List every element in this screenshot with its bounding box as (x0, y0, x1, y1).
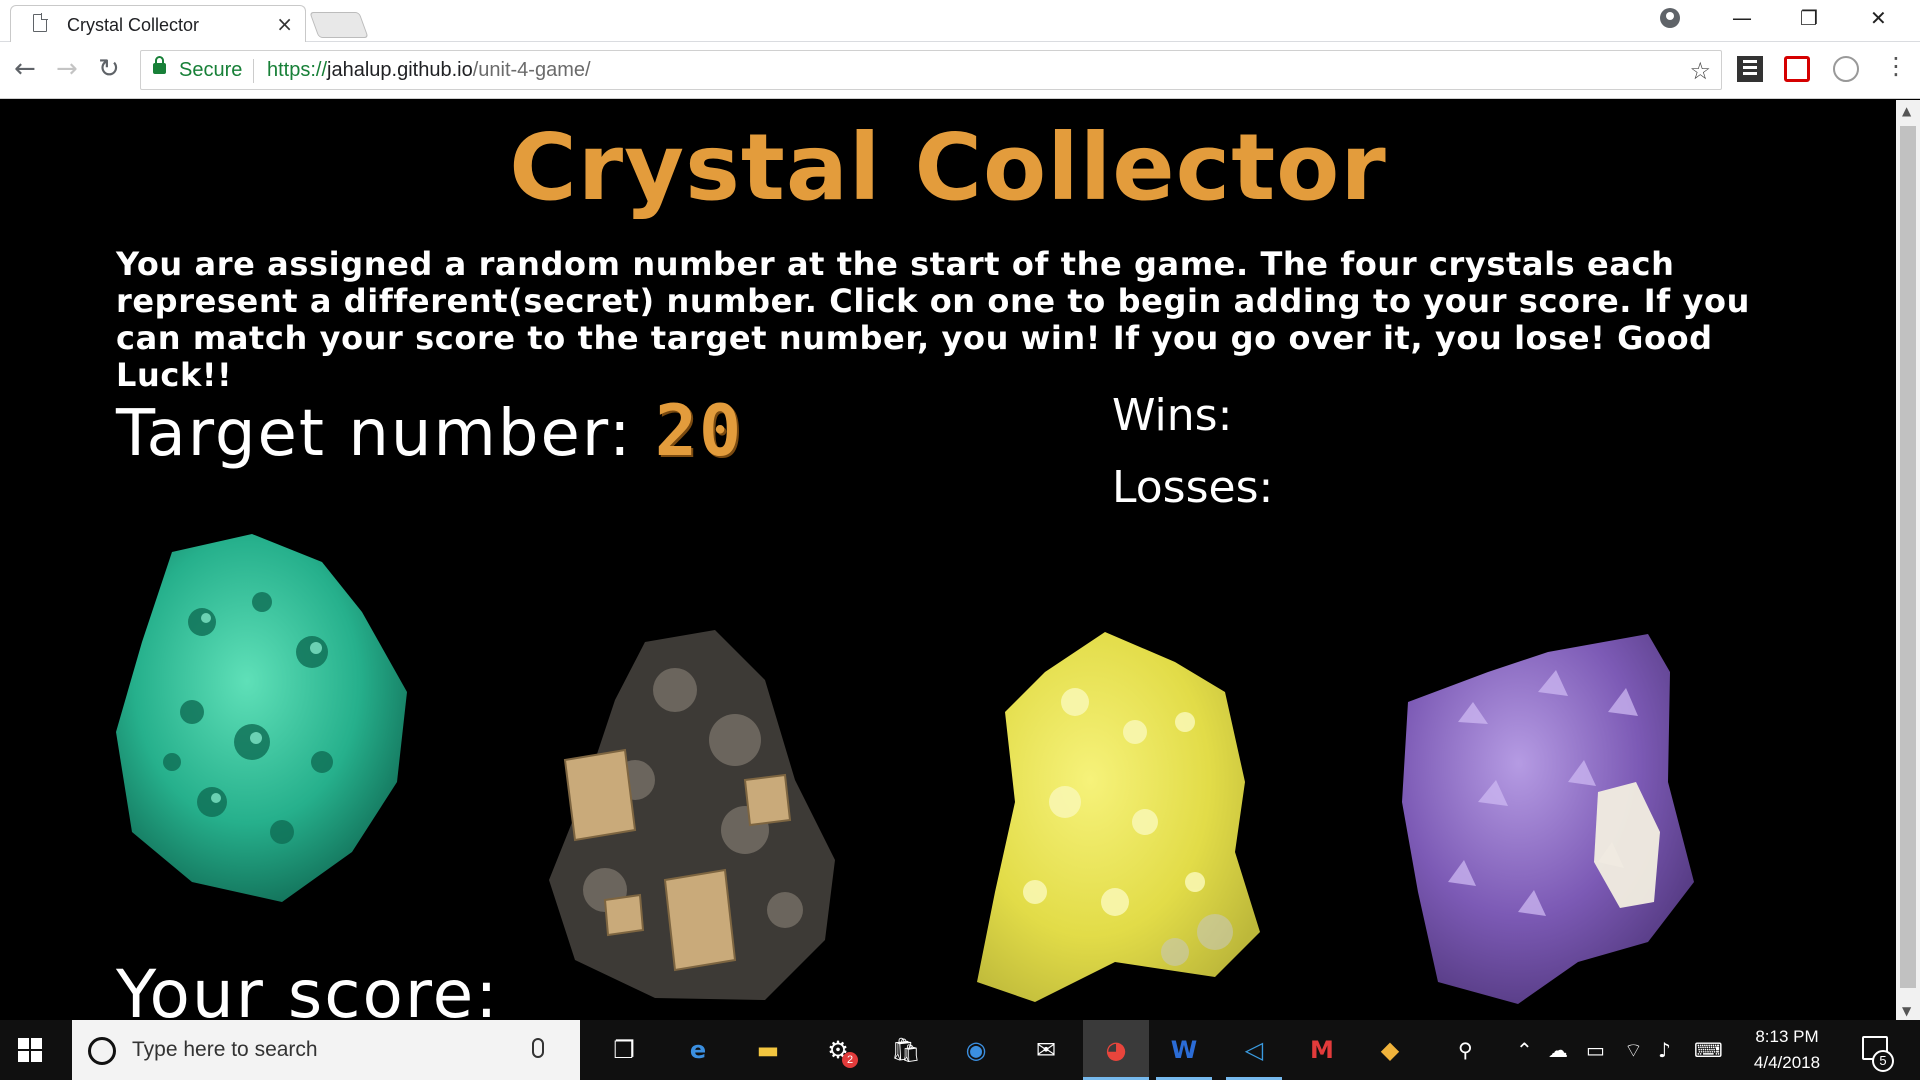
crystal-sulfur-button[interactable] (975, 632, 1260, 1002)
minimize-icon[interactable]: — (1732, 6, 1752, 30)
address-bar[interactable]: Secure https://jahalup.github.io/unit-4-… (140, 50, 1722, 90)
edge-icon[interactable]: e (680, 1032, 716, 1068)
clock-time[interactable]: 8:13 PM (1742, 1027, 1832, 1047)
volume-icon[interactable]: ♪ (1658, 1038, 1671, 1062)
page-icon (33, 13, 48, 32)
browser-tab[interactable]: Crystal Collector × (10, 5, 306, 42)
lock-icon (153, 56, 166, 74)
profile-icon[interactable] (1660, 8, 1680, 28)
pyrite-crystal-image (549, 630, 835, 1000)
game-badge: 2 (842, 1052, 858, 1068)
windows-start-icon[interactable] (18, 1038, 42, 1062)
wifi-icon[interactable]: ⌔ (1624, 1038, 1643, 1063)
url-divider (253, 59, 254, 83)
show-hidden-icons[interactable]: ⌃ (1516, 1038, 1533, 1062)
notification-count: 5 (1872, 1050, 1894, 1072)
bookmark-star-icon[interactable]: ☆ (1689, 57, 1711, 85)
word-icon[interactable]: W (1166, 1032, 1202, 1068)
page-content: Crystal Collector You are assigned a ran… (0, 100, 1896, 1020)
tab-strip: Crystal Collector × — ❐ ✕ (0, 0, 1920, 42)
search-placeholder: Type here to search (132, 1038, 318, 1061)
instructions: You are assigned a random number at the … (116, 245, 1750, 394)
target-number-row: Target number: 20 (116, 390, 743, 472)
store-icon[interactable]: 🛍 (888, 1032, 924, 1068)
crystal-amethyst-button[interactable] (1398, 632, 1694, 1004)
app-icon[interactable]: ◉ (958, 1032, 994, 1068)
clock-date[interactable]: 4/4/2018 (1742, 1053, 1832, 1073)
target-label: Target number: (116, 397, 655, 471)
losses-label: Losses: (1112, 462, 1274, 513)
mail-icon[interactable]: ✉ (1028, 1032, 1064, 1068)
back-icon[interactable]: ← (14, 54, 36, 84)
restore-icon[interactable]: ❐ (1800, 6, 1818, 30)
secure-label: Secure (179, 59, 243, 81)
keyboard-icon[interactable]: ⌨ (1694, 1038, 1723, 1062)
gmail-icon[interactable]: M (1304, 1032, 1340, 1068)
extension-film-icon[interactable] (1737, 56, 1763, 82)
close-window-icon[interactable]: ✕ (1870, 6, 1887, 30)
extension-pocket-icon[interactable] (1784, 56, 1810, 82)
chrome-icon[interactable]: ◕ (1098, 1032, 1134, 1068)
cortana-icon[interactable] (88, 1037, 116, 1065)
crystal-malachite-button[interactable] (112, 532, 412, 908)
battery-icon[interactable]: ▭ (1586, 1038, 1605, 1062)
page-scrollbar[interactable]: ▲ ▼ (1896, 100, 1920, 1020)
amethyst-crystal-image (1402, 634, 1694, 1004)
extension-circle-icon[interactable] (1833, 56, 1859, 82)
url-host: jahalup.github.io (327, 59, 473, 81)
tab-title: Crystal Collector (67, 15, 200, 35)
url-text[interactable]: https://jahalup.github.io/unit-4-game/ (267, 59, 591, 82)
forward-icon[interactable]: → (56, 54, 78, 84)
close-tab-icon[interactable]: × (276, 12, 293, 36)
file-explorer-icon[interactable]: ▬ (750, 1032, 786, 1068)
taskbar-search-box[interactable]: Type here to search (72, 1020, 580, 1080)
taskbar: Type here to search ❐ e ▬ ⚙ 2 🛍 ◉ ✉ ◕ W … (0, 1020, 1920, 1080)
browser-menu-icon[interactable]: ⋮ (1884, 52, 1908, 80)
new-tab-button[interactable] (309, 12, 369, 38)
scroll-thumb[interactable] (1900, 126, 1916, 988)
sulfur-crystal-image (977, 632, 1260, 1002)
onedrive-icon[interactable]: ☁ (1548, 1038, 1568, 1062)
git-icon[interactable]: ◆ (1372, 1032, 1408, 1068)
url-scheme: https:// (267, 59, 328, 81)
crystal-pyrite-button[interactable] (545, 630, 845, 1008)
microphone-icon[interactable] (532, 1038, 544, 1058)
game-title: Crystal Collector (509, 114, 1387, 221)
vscode-icon[interactable]: ◁ (1236, 1032, 1272, 1068)
target-value: 20 (654, 390, 744, 472)
malachite-crystal-image (116, 534, 407, 902)
scroll-up-icon[interactable]: ▲ (1902, 104, 1911, 118)
url-path: /unit-4-game/ (472, 59, 591, 81)
task-view-icon[interactable]: ❐ (606, 1032, 642, 1068)
wins-label: Wins: (1112, 390, 1233, 441)
reload-icon[interactable]: ↻ (98, 54, 120, 84)
browser-toolbar: ← → ↻ Secure https://jahalup.github.io/u… (0, 42, 1920, 99)
people-icon[interactable]: ⚲ (1458, 1038, 1473, 1062)
score-label: Your score: (116, 956, 500, 1020)
scroll-down-icon[interactable]: ▼ (1902, 1004, 1911, 1018)
